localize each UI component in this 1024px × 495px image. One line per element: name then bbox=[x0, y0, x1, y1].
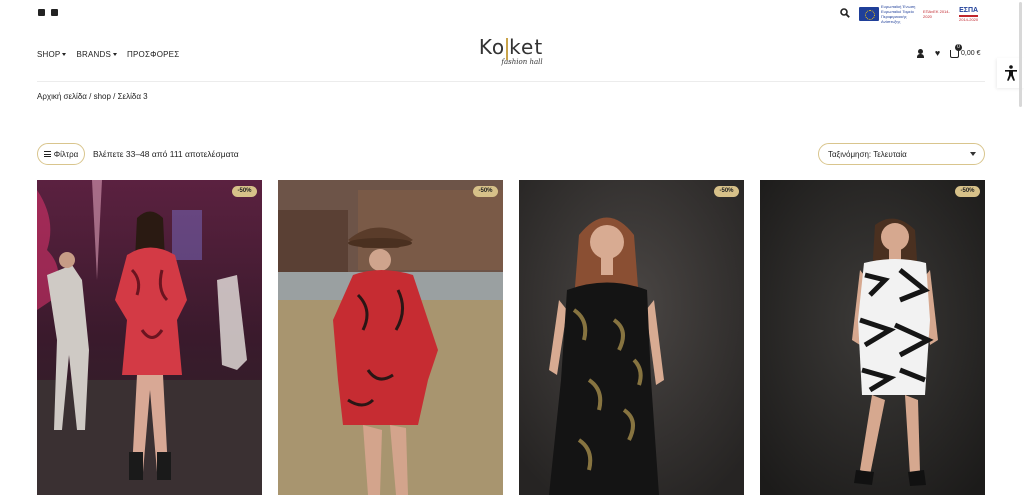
eu-text: Ευρωπαϊκή Ένωση Ευρωπαϊκό Ταμείο Περιφερ… bbox=[881, 4, 916, 24]
discount-badge: -50% bbox=[714, 186, 739, 197]
cart-count-badge: 0 bbox=[955, 43, 962, 51]
product-image[interactable] bbox=[519, 180, 744, 495]
logo-pin-icon bbox=[506, 38, 509, 60]
espa-logo: ΕΣΠΑ 2014-2020 bbox=[959, 6, 979, 22]
chevron-down-icon bbox=[62, 53, 67, 56]
social-links bbox=[38, 9, 58, 16]
facebook-icon[interactable] bbox=[38, 9, 45, 16]
filter-button[interactable]: Φίλτρα bbox=[37, 143, 85, 165]
product-image[interactable] bbox=[760, 180, 985, 495]
header-divider bbox=[37, 81, 985, 82]
discount-badge: -50% bbox=[955, 186, 980, 197]
discount-badge: -50% bbox=[232, 186, 257, 197]
product-grid: -50% -50% -50% -50% bbox=[37, 180, 985, 495]
nav-item-shop[interactable]: SHOP bbox=[37, 50, 67, 59]
page-scrollbar[interactable] bbox=[1019, 2, 1022, 107]
sort-select[interactable]: Ταξινόμηση: Τελευταία bbox=[818, 143, 985, 165]
top-bar: Ευρωπαϊκή Ένωση Ευρωπαϊκό Ταμείο Περιφερ… bbox=[0, 0, 1024, 28]
espa-banner[interactable]: Ευρωπαϊκή Ένωση Ευρωπαϊκό Ταμείο Περιφερ… bbox=[859, 4, 987, 24]
program-text: ΕΠΑνΕΚ 2014-2020 bbox=[923, 9, 950, 19]
results-count: Βλέπετε 33–48 από 111 αποτελέσματα bbox=[93, 149, 239, 159]
product-image[interactable] bbox=[37, 180, 262, 495]
product-card[interactable]: -50% bbox=[37, 180, 262, 495]
site-header: SHOP BRANDS ΠΡΟΣΦΟΡΕΣ Ko ket fashion hall… bbox=[0, 30, 1024, 82]
header-actions: ♥ 0 0,00 € bbox=[916, 43, 981, 58]
main-nav: SHOP BRANDS ΠΡΟΣΦΟΡΕΣ bbox=[37, 50, 179, 59]
breadcrumb[interactable]: Αρχική σελίδα / shop / Σελίδα 3 bbox=[37, 92, 148, 101]
cart-total: 0,00 € bbox=[961, 50, 981, 57]
chevron-down-icon bbox=[113, 53, 118, 56]
cart-icon: 0 bbox=[950, 43, 962, 58]
search-icon[interactable] bbox=[840, 8, 850, 18]
filter-icon bbox=[43, 151, 51, 157]
site-logo[interactable]: Ko ket fashion hall bbox=[459, 36, 563, 72]
product-card[interactable]: -50% bbox=[519, 180, 744, 495]
instagram-icon[interactable] bbox=[51, 9, 58, 16]
product-card[interactable]: -50% bbox=[278, 180, 503, 495]
cart-button[interactable]: 0 0,00 € bbox=[950, 43, 981, 58]
eu-flag-icon bbox=[859, 7, 879, 21]
chevron-down-icon bbox=[970, 152, 976, 156]
product-image[interactable] bbox=[278, 180, 503, 495]
discount-badge: -50% bbox=[473, 186, 498, 197]
nav-item-brands[interactable]: BRANDS bbox=[76, 50, 118, 59]
nav-item-offers[interactable]: ΠΡΟΣΦΟΡΕΣ bbox=[127, 50, 179, 59]
product-card[interactable]: -50% bbox=[760, 180, 985, 495]
account-icon[interactable] bbox=[916, 49, 925, 58]
accessibility-icon bbox=[1004, 65, 1017, 81]
wishlist-icon[interactable]: ♥ bbox=[933, 49, 942, 58]
